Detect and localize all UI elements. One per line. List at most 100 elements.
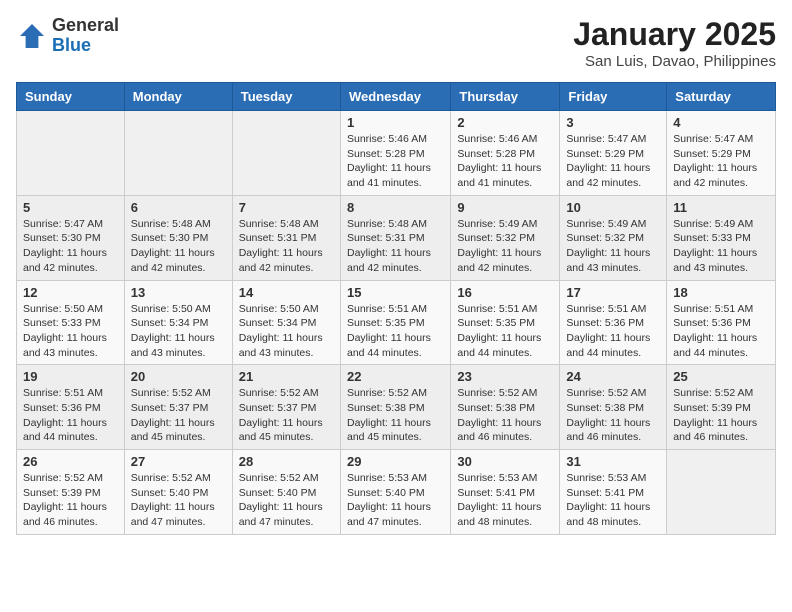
day-number: 17 <box>566 285 660 300</box>
calendar-cell <box>17 111 125 196</box>
day-info: Sunrise: 5:47 AM Sunset: 5:29 PM Dayligh… <box>673 132 769 191</box>
day-info: Sunrise: 5:52 AM Sunset: 5:40 PM Dayligh… <box>239 471 334 530</box>
day-number: 21 <box>239 369 334 384</box>
day-number: 22 <box>347 369 444 384</box>
day-number: 24 <box>566 369 660 384</box>
calendar-cell <box>124 111 232 196</box>
calendar-cell: 25 Sunrise: 5:52 AM Sunset: 5:39 PM Dayli… <box>667 365 776 450</box>
calendar-cell: 21 Sunrise: 5:52 AM Sunset: 5:37 PM Dayli… <box>232 365 340 450</box>
day-info: Sunrise: 5:49 AM Sunset: 5:32 PM Dayligh… <box>566 217 660 276</box>
day-number: 8 <box>347 200 444 215</box>
calendar-cell: 30 Sunrise: 5:53 AM Sunset: 5:41 PM Dayli… <box>451 450 560 535</box>
day-number: 6 <box>131 200 226 215</box>
day-info: Sunrise: 5:52 AM Sunset: 5:38 PM Dayligh… <box>347 386 444 445</box>
day-info: Sunrise: 5:46 AM Sunset: 5:28 PM Dayligh… <box>457 132 553 191</box>
calendar-cell: 20 Sunrise: 5:52 AM Sunset: 5:37 PM Dayli… <box>124 365 232 450</box>
day-number: 27 <box>131 454 226 469</box>
day-number: 28 <box>239 454 334 469</box>
calendar-cell: 18 Sunrise: 5:51 AM Sunset: 5:36 PM Dayli… <box>667 280 776 365</box>
day-info: Sunrise: 5:52 AM Sunset: 5:39 PM Dayligh… <box>23 471 118 530</box>
day-info: Sunrise: 5:47 AM Sunset: 5:29 PM Dayligh… <box>566 132 660 191</box>
day-number: 2 <box>457 115 553 130</box>
logo-icon <box>16 20 48 52</box>
day-number: 11 <box>673 200 769 215</box>
day-info: Sunrise: 5:52 AM Sunset: 5:38 PM Dayligh… <box>457 386 553 445</box>
calendar-cell: 24 Sunrise: 5:52 AM Sunset: 5:38 PM Dayli… <box>560 365 667 450</box>
day-info: Sunrise: 5:50 AM Sunset: 5:34 PM Dayligh… <box>239 302 334 361</box>
day-info: Sunrise: 5:52 AM Sunset: 5:37 PM Dayligh… <box>131 386 226 445</box>
calendar-body: 1 Sunrise: 5:46 AM Sunset: 5:28 PM Daylig… <box>17 111 776 535</box>
day-info: Sunrise: 5:47 AM Sunset: 5:30 PM Dayligh… <box>23 217 118 276</box>
day-number: 12 <box>23 285 118 300</box>
day-number: 10 <box>566 200 660 215</box>
day-info: Sunrise: 5:52 AM Sunset: 5:38 PM Dayligh… <box>566 386 660 445</box>
calendar-cell: 15 Sunrise: 5:51 AM Sunset: 5:35 PM Dayli… <box>340 280 450 365</box>
calendar-cell: 11 Sunrise: 5:49 AM Sunset: 5:33 PM Dayli… <box>667 195 776 280</box>
header-cell-wednesday: Wednesday <box>340 83 450 111</box>
day-number: 19 <box>23 369 118 384</box>
day-info: Sunrise: 5:52 AM Sunset: 5:39 PM Dayligh… <box>673 386 769 445</box>
calendar-cell: 17 Sunrise: 5:51 AM Sunset: 5:36 PM Dayli… <box>560 280 667 365</box>
calendar-cell: 23 Sunrise: 5:52 AM Sunset: 5:38 PM Dayli… <box>451 365 560 450</box>
calendar-week-3: 12 Sunrise: 5:50 AM Sunset: 5:33 PM Dayli… <box>17 280 776 365</box>
day-info: Sunrise: 5:53 AM Sunset: 5:41 PM Dayligh… <box>457 471 553 530</box>
day-info: Sunrise: 5:48 AM Sunset: 5:31 PM Dayligh… <box>239 217 334 276</box>
day-info: Sunrise: 5:50 AM Sunset: 5:34 PM Dayligh… <box>131 302 226 361</box>
day-number: 20 <box>131 369 226 384</box>
day-info: Sunrise: 5:53 AM Sunset: 5:40 PM Dayligh… <box>347 471 444 530</box>
page-subtitle: San Luis, Davao, Philippines <box>573 53 776 70</box>
calendar-cell <box>667 450 776 535</box>
day-info: Sunrise: 5:50 AM Sunset: 5:33 PM Dayligh… <box>23 302 118 361</box>
calendar-week-2: 5 Sunrise: 5:47 AM Sunset: 5:30 PM Daylig… <box>17 195 776 280</box>
day-number: 16 <box>457 285 553 300</box>
calendar-cell: 6 Sunrise: 5:48 AM Sunset: 5:30 PM Daylig… <box>124 195 232 280</box>
calendar-cell: 9Sunrise: 5:49 AM Sunset: 5:32 PM Daylig… <box>451 195 560 280</box>
calendar-table: SundayMondayTuesdayWednesdayThursdayFrid… <box>16 82 776 535</box>
day-info: Sunrise: 5:51 AM Sunset: 5:35 PM Dayligh… <box>457 302 553 361</box>
calendar-cell: 28 Sunrise: 5:52 AM Sunset: 5:40 PM Dayli… <box>232 450 340 535</box>
calendar-cell <box>232 111 340 196</box>
calendar-cell: 27 Sunrise: 5:52 AM Sunset: 5:40 PM Dayli… <box>124 450 232 535</box>
day-info: Sunrise: 5:53 AM Sunset: 5:41 PM Dayligh… <box>566 471 660 530</box>
page-title: January 2025 <box>573 16 776 53</box>
day-number: 1 <box>347 115 444 130</box>
title-block: January 2025 San Luis, Davao, Philippine… <box>573 16 776 70</box>
day-info: Sunrise: 5:49 AM Sunset: 5:33 PM Dayligh… <box>673 217 769 276</box>
day-info: Sunrise: 5:51 AM Sunset: 5:35 PM Dayligh… <box>347 302 444 361</box>
calendar-cell: 16 Sunrise: 5:51 AM Sunset: 5:35 PM Dayli… <box>451 280 560 365</box>
day-number: 23 <box>457 369 553 384</box>
day-info: Sunrise: 5:52 AM Sunset: 5:40 PM Dayligh… <box>131 471 226 530</box>
day-info: Sunrise: 5:48 AM Sunset: 5:30 PM Dayligh… <box>131 217 226 276</box>
logo: General Blue <box>16 16 119 56</box>
day-info: Sunrise: 5:46 AM Sunset: 5:28 PM Dayligh… <box>347 132 444 191</box>
logo-text: General Blue <box>52 16 119 56</box>
header-cell-monday: Monday <box>124 83 232 111</box>
day-number: 30 <box>457 454 553 469</box>
day-number: 15 <box>347 285 444 300</box>
calendar-header: SundayMondayTuesdayWednesdayThursdayFrid… <box>17 83 776 111</box>
day-number: 18 <box>673 285 769 300</box>
day-number: 4 <box>673 115 769 130</box>
calendar-week-1: 1 Sunrise: 5:46 AM Sunset: 5:28 PM Daylig… <box>17 111 776 196</box>
day-number: 25 <box>673 369 769 384</box>
day-number: 29 <box>347 454 444 469</box>
day-number: 3 <box>566 115 660 130</box>
calendar-cell: 10 Sunrise: 5:49 AM Sunset: 5:32 PM Dayli… <box>560 195 667 280</box>
calendar-cell: 2 Sunrise: 5:46 AM Sunset: 5:28 PM Daylig… <box>451 111 560 196</box>
header-cell-thursday: Thursday <box>451 83 560 111</box>
day-number: 13 <box>131 285 226 300</box>
calendar-cell: 31 Sunrise: 5:53 AM Sunset: 5:41 PM Dayli… <box>560 450 667 535</box>
day-number: 7 <box>239 200 334 215</box>
calendar-cell: 1 Sunrise: 5:46 AM Sunset: 5:28 PM Daylig… <box>340 111 450 196</box>
calendar-week-5: 26Sunrise: 5:52 AM Sunset: 5:39 PM Dayli… <box>17 450 776 535</box>
day-info: Sunrise: 5:51 AM Sunset: 5:36 PM Dayligh… <box>673 302 769 361</box>
day-number: 9 <box>457 200 553 215</box>
day-info: Sunrise: 5:51 AM Sunset: 5:36 PM Dayligh… <box>566 302 660 361</box>
header-cell-friday: Friday <box>560 83 667 111</box>
day-info: Sunrise: 5:52 AM Sunset: 5:37 PM Dayligh… <box>239 386 334 445</box>
day-info: Sunrise: 5:51 AM Sunset: 5:36 PM Dayligh… <box>23 386 118 445</box>
day-number: 31 <box>566 454 660 469</box>
day-number: 5 <box>23 200 118 215</box>
calendar-week-4: 19 Sunrise: 5:51 AM Sunset: 5:36 PM Dayli… <box>17 365 776 450</box>
header-row: SundayMondayTuesdayWednesdayThursdayFrid… <box>17 83 776 111</box>
